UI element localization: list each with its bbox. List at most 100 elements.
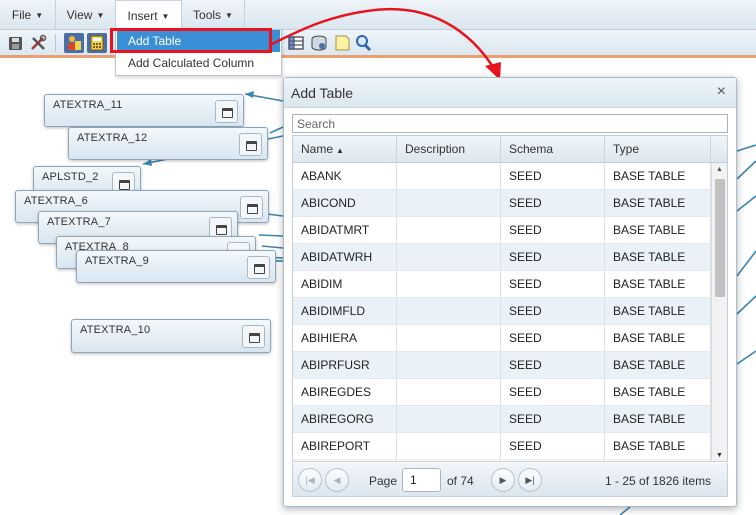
table-node[interactable]: ATEXTRA_12 (68, 127, 268, 160)
table-row[interactable]: ABIREGORG SEED BASE TABLE (293, 406, 711, 433)
page-count-label: of 74 (447, 474, 474, 488)
table-row[interactable]: ABICOND SEED BASE TABLE (293, 190, 711, 217)
chevron-down-icon: ▼ (96, 11, 105, 20)
table-row[interactable]: ABIHIERA SEED BASE TABLE (293, 325, 711, 352)
insert-dropdown-menu: Add Table Add Calculated Column (115, 29, 282, 76)
table-row[interactable]: ABIDIMFLD SEED BASE TABLE (293, 298, 711, 325)
menu-view[interactable]: View ▼ (56, 0, 116, 30)
menu-file-label: File (11, 8, 32, 22)
page-number-input[interactable] (402, 468, 441, 492)
menu-insert[interactable]: Insert ▼ (115, 0, 182, 31)
chevron-down-icon: ▼ (35, 11, 44, 20)
cell-schema: SEED (501, 163, 605, 190)
table-row[interactable]: ABIREPORT SEED BASE TABLE (293, 433, 711, 460)
table-node-menu-button[interactable] (215, 100, 238, 123)
table-node-menu-button[interactable] (242, 325, 265, 348)
cell-description (397, 433, 501, 460)
table-node-menu-button[interactable] (247, 256, 270, 279)
column-header-name[interactable]: Name ▲ (293, 136, 397, 163)
cell-schema: SEED (501, 217, 605, 244)
cell-description (397, 163, 501, 190)
tools-icon[interactable] (28, 33, 48, 53)
cell-description (397, 406, 501, 433)
table-node-menu-button[interactable] (239, 133, 262, 156)
cell-name: ABANK (293, 163, 397, 190)
menu-view-label: View (66, 8, 93, 22)
table-node-label: ATEXTRA_10 (80, 324, 151, 336)
cell-schema: SEED (501, 379, 605, 406)
cell-type: BASE TABLE (605, 163, 711, 190)
column-header-label: Type (613, 142, 640, 156)
column-header-schema[interactable]: Schema (501, 136, 605, 163)
dialog-title: Add Table (291, 85, 354, 101)
cell-description (397, 217, 501, 244)
menu-insert-label: Insert (127, 9, 158, 23)
cell-type: BASE TABLE (605, 244, 711, 271)
cell-name: ABICOND (293, 190, 397, 217)
cell-description (397, 298, 501, 325)
table-node-label: ATEXTRA_11 (53, 99, 123, 111)
scroll-up-icon[interactable]: ▲ (716, 166, 723, 173)
items-summary: 1 - 25 of 1826 items (605, 474, 712, 488)
magnify-icon[interactable] (353, 33, 373, 53)
chevron-down-icon: ▼ (225, 11, 233, 20)
menu-item-add-calculated-column[interactable]: Add Calculated Column (117, 52, 280, 74)
cell-name: ABIDATWRH (293, 244, 397, 271)
add-table-dialog: Add Table × Name▲ Description Schema Typ… (283, 77, 737, 507)
table-node[interactable]: ATEXTRA_10 (71, 319, 271, 353)
scrollbar-thumb[interactable] (715, 179, 725, 297)
cell-type: BASE TABLE (605, 325, 711, 352)
cell-schema: SEED (501, 352, 605, 379)
column-header-label: Schema (509, 142, 554, 156)
cell-schema: SEED (501, 298, 605, 325)
cell-schema: SEED (501, 190, 605, 217)
cell-type: BASE TABLE (605, 352, 711, 379)
last-page-button[interactable]: ▶| (518, 468, 542, 492)
menu-item-add-table[interactable]: Add Table (117, 30, 280, 52)
cell-schema: SEED (501, 433, 605, 460)
column-header-type[interactable]: Type (605, 136, 711, 163)
calculator-icon[interactable] (87, 33, 107, 53)
note-icon[interactable] (332, 33, 352, 53)
scroll-down-icon[interactable]: ▼ (716, 452, 723, 459)
table-view-icon[interactable] (286, 33, 306, 53)
table-row[interactable]: ABIDATMRT SEED BASE TABLE (293, 217, 711, 244)
dialog-header: Add Table × (284, 78, 736, 108)
menu-file[interactable]: File ▼ (0, 0, 56, 30)
page-label: Page (369, 474, 398, 488)
table-row[interactable]: ABIDATWRH SEED BASE TABLE (293, 244, 711, 271)
search-input[interactable] (292, 114, 728, 133)
close-icon[interactable]: × (717, 84, 726, 100)
pager: |◀ ◀ Page of 74 ▶ ▶| 1 - 25 of 1826 item… (292, 463, 728, 497)
table-row[interactable]: ABIPRFUSR SEED BASE TABLE (293, 352, 711, 379)
database-icon[interactable] (309, 33, 329, 53)
cell-type: BASE TABLE (605, 433, 711, 460)
menu-tools[interactable]: Tools ▼ (182, 0, 245, 30)
table-row[interactable]: ABIREGDES SEED BASE TABLE (293, 379, 711, 406)
table-node[interactable]: ATEXTRA_11 (44, 94, 244, 127)
cell-name: ABIREGORG (293, 406, 397, 433)
previous-page-button[interactable]: ◀ (325, 468, 349, 492)
first-page-button[interactable]: |◀ (298, 468, 322, 492)
cell-type: BASE TABLE (605, 217, 711, 244)
table-grid: Name ▲ Description Schema Type ABANK SEED B… (292, 135, 728, 462)
cell-name: ABIHIERA (293, 325, 397, 352)
cell-type: BASE TABLE (605, 271, 711, 298)
table-node-label: ATEXTRA_12 (77, 132, 148, 144)
cell-name: ABIDIM (293, 271, 397, 298)
shapes-icon[interactable] (64, 33, 84, 53)
next-page-button[interactable]: ▶ (491, 468, 515, 492)
menu-bar: File ▼ View ▼ Insert ▼ Tools ▼ (0, 0, 756, 31)
column-header-description[interactable]: Description (397, 136, 501, 163)
column-header-label: Name (301, 142, 334, 156)
save-icon[interactable] (6, 33, 26, 53)
cell-type: BASE TABLE (605, 298, 711, 325)
table-row[interactable]: ABIDIM SEED BASE TABLE (293, 271, 711, 298)
menu-tools-label: Tools (193, 8, 222, 22)
cell-name: ABIDATMRT (293, 217, 397, 244)
table-node-menu-button[interactable] (240, 196, 263, 219)
cell-schema: SEED (501, 325, 605, 352)
vertical-scrollbar[interactable]: ▲ ▼ (711, 163, 727, 461)
table-node[interactable]: ATEXTRA_9 (76, 250, 276, 283)
table-row[interactable]: ABANK SEED BASE TABLE (293, 163, 711, 190)
